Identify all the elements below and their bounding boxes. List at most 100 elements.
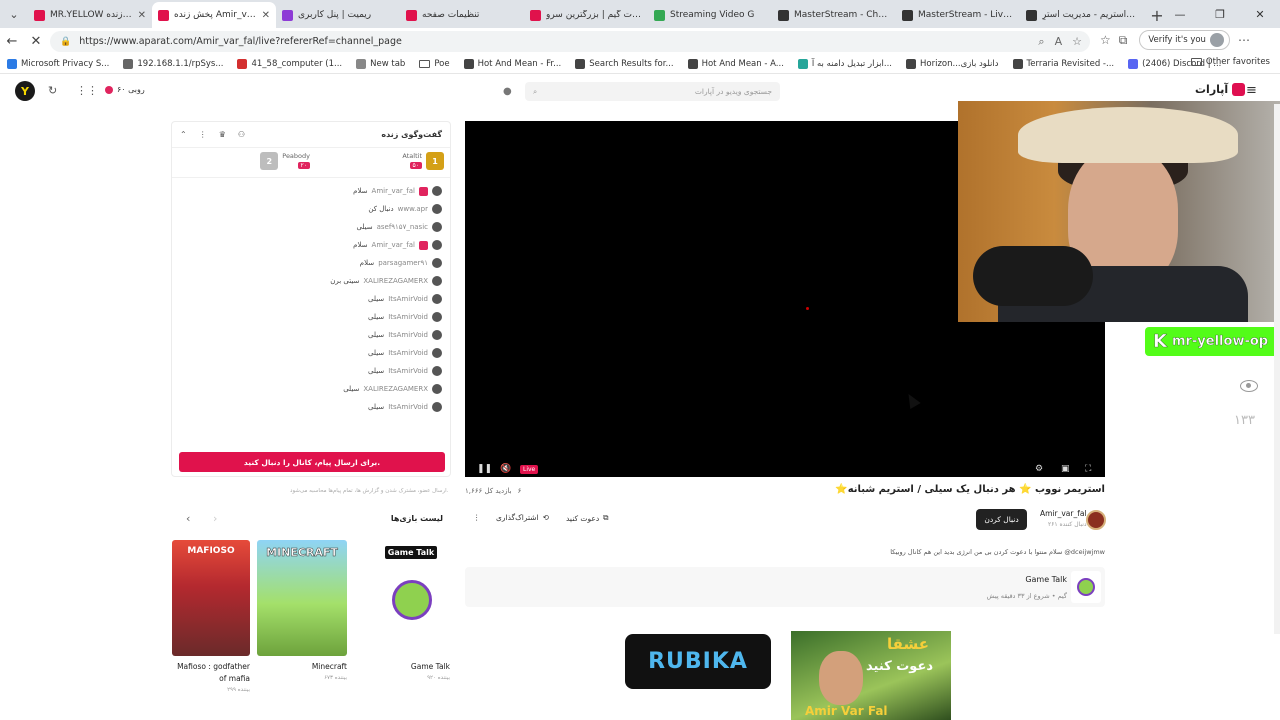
mic-icon[interactable]: ● <box>503 86 512 97</box>
category-name: Game Talk <box>1025 575 1067 584</box>
chat-username[interactable]: parsagamer۹۱ <box>378 259 428 267</box>
bookmark-item[interactable]: 41_58_computer (1... <box>230 58 349 69</box>
tab-favicon <box>406 9 417 21</box>
menu-icon[interactable]: ≡ <box>1246 83 1257 98</box>
trophy-icon[interactable]: ♛ <box>219 130 226 139</box>
share-button[interactable]: اشتراک‌گذاری ⟲ <box>496 513 549 522</box>
game-name: Game Talk <box>410 662 450 671</box>
apps-grid-icon[interactable]: ⋮⋮ <box>76 84 98 97</box>
bookmark-item[interactable]: Hot And Mean - A... <box>681 58 791 69</box>
follow-button[interactable]: دنبال کردن <box>976 509 1027 530</box>
favorite-star-icon[interactable]: ☆ <box>1072 35 1082 48</box>
ruby-balance[interactable]: ۶۰ روبی <box>105 85 145 94</box>
users-icon[interactable]: ⚇ <box>238 130 245 139</box>
donor-2[interactable]: 2 Peabody ۲۰ <box>260 152 310 170</box>
chat-username[interactable]: asef۹۱۵۷_nasic <box>377 223 428 231</box>
game-card-talk[interactable]: Game Talk Game Talk ۹۲۰ بیننده <box>372 540 450 681</box>
back-icon[interactable]: ← <box>0 29 24 53</box>
tab-0[interactable]: MR.YELLOW پخش زنده ✕ <box>28 2 152 28</box>
miniplayer-icon[interactable]: ▣ <box>1061 464 1070 474</box>
game-card-mafioso[interactable]: MAFIOSO Mafioso : godfather of mafia ۲۹۹… <box>172 540 250 693</box>
stop-icon[interactable]: ✕ <box>24 29 48 53</box>
more-actions-icon[interactable]: ⋮ <box>473 513 481 522</box>
bookmark-item[interactable]: Search Results for... <box>568 58 680 69</box>
refresh-icon[interactable]: ↻ <box>48 84 57 97</box>
fullscreen-icon[interactable]: ⛶ <box>1085 464 1091 474</box>
bookmark-label: 41_58_computer (1... <box>251 58 343 69</box>
donor-1[interactable]: Ataltit ۵۰ 1 <box>402 152 444 170</box>
invite-ad[interactable]: عشقا دعوت کنید Amir Var Fal <box>791 631 951 720</box>
bookmark-item[interactable]: 192.168.1.1/rpSys... <box>116 58 230 69</box>
more-icon[interactable]: ⋯ <box>1238 33 1250 47</box>
tab-title: پخش زنده Amir_var_fal <box>174 10 257 20</box>
bookmark-item[interactable]: ابزار تبدیل دامنه به آ... <box>791 58 899 69</box>
tab-favicon <box>902 9 913 21</box>
bookmark-item[interactable]: New tab <box>349 58 412 69</box>
chat-username[interactable]: ItsAmirVoid <box>388 367 428 375</box>
url-field[interactable]: 🔒 https://www.aparat.com/Amir_var_fal/li… <box>50 31 1090 52</box>
user-avatar[interactable]: Y <box>15 81 35 101</box>
close-icon[interactable]: ✕ <box>138 10 146 21</box>
bookmark-icon <box>797 58 808 69</box>
tab-3[interactable]: تنظیمات صفحه <box>400 2 524 28</box>
pause-icon[interactable]: ❚❚ <box>477 464 492 474</box>
tab-6[interactable]: MasterStream - Chat To <box>772 2 896 28</box>
aparat-logo[interactable]: آپارات <box>1195 83 1246 96</box>
bookmark-item[interactable]: Horizon...دانلود بازی <box>899 58 1006 69</box>
category-card[interactable]: Game Talk گیم • شروع از ۳۳ دقیقه پیش <box>465 567 1105 607</box>
bookmark-item[interactable]: Poe <box>412 59 456 69</box>
search-input[interactable]: ⌕ جستجوی ویدیو در آپارات <box>525 82 780 101</box>
chat-username[interactable]: ItsAmirVoid <box>388 331 428 339</box>
chat-username[interactable]: ItsAmirVoid <box>388 313 428 321</box>
restore-icon[interactable]: ❐ <box>1200 0 1240 28</box>
close-icon[interactable]: ✕ <box>262 10 270 21</box>
settings-gear-icon[interactable]: ⚙ <box>1035 464 1043 474</box>
chat-message: سلام Amir_var_fal <box>182 236 442 254</box>
bookmark-item[interactable]: Terraria Revisited -... <box>1006 58 1122 69</box>
chat-username[interactable]: Amir_var_fal <box>372 187 415 195</box>
collections-icon[interactable]: ⧉ <box>1119 33 1128 48</box>
other-favorites[interactable]: Other favorites <box>1190 57 1270 67</box>
close-window-icon[interactable]: ✕ <box>1240 0 1280 28</box>
chat-username[interactable]: XALIREZAGAMERX <box>363 385 428 393</box>
tab-2[interactable]: ریمیت | پنل کاربری <box>276 2 400 28</box>
tab-7[interactable]: MasterStream - Live Vie <box>896 2 1020 28</box>
tab-4[interactable]: آپارات گیم | بزرگترین سرو <box>524 2 648 28</box>
mute-icon[interactable]: 🔇 <box>500 464 511 474</box>
chat-message-text: سیلی <box>368 367 385 375</box>
chat-username[interactable]: www.apr <box>398 205 428 213</box>
zoom-icon[interactable]: ⌕ <box>1038 35 1044 49</box>
tab-menu-icon[interactable]: ⌄ <box>0 0 28 28</box>
chevron-right-icon[interactable]: › <box>213 512 217 525</box>
gamepad-icon <box>1077 578 1095 596</box>
follow-to-chat-button[interactable]: برای ارسال پیام، کانال را دنبال کنید. <box>179 452 445 472</box>
minimize-icon[interactable]: — <box>1160 0 1200 28</box>
chat-username[interactable]: ItsAmirVoid <box>388 295 428 303</box>
rubika-ad[interactable]: RUBIKA <box>625 634 771 689</box>
profile-button[interactable]: Verify it's you <box>1139 30 1230 50</box>
bookmark-label: New tab <box>370 58 406 69</box>
chat-username[interactable]: Amir_var_fal <box>372 241 415 249</box>
favorites-icon[interactable]: ☆ <box>1100 33 1111 47</box>
chat-username[interactable]: ItsAmirVoid <box>388 403 428 411</box>
tab-1[interactable]: پخش زنده Amir_var_fal ✕ <box>152 2 276 28</box>
top-donors: Ataltit ۵۰ 1 2 Peabody ۲۰ <box>172 148 450 178</box>
game-card-minecraft[interactable]: MINECRAFT Minecraft ۶۷۳ بیننده <box>257 540 347 681</box>
bookmark-item[interactable]: Microsoft Privacy S... <box>0 58 116 69</box>
more-icon[interactable]: ⋮ <box>199 130 207 139</box>
channel-avatar[interactable] <box>1086 510 1106 530</box>
tab-5[interactable]: Streaming Video G <box>648 2 772 28</box>
external-link-icon: ⧉ <box>603 513 609 522</box>
bookmark-item[interactable]: Hot And Mean - Fr... <box>457 58 569 69</box>
chat-username[interactable]: XALIREZAGAMERX <box>363 277 428 285</box>
chevron-left-icon[interactable]: ‹ <box>186 512 190 525</box>
collapse-icon[interactable]: ⌃ <box>180 130 187 139</box>
chat-username[interactable]: ItsAmirVoid <box>388 349 428 357</box>
invite-button[interactable]: دعوت کنید ⧉ <box>566 513 609 523</box>
chat-note: ارسال عضو، مشترک شدن و گزارش ها، تمام پی… <box>290 488 449 494</box>
read-aloud-icon[interactable]: A <box>1055 35 1063 48</box>
channel-info[interactable]: Amir_var_fal ۲۶۱ دنبال کننده <box>1040 509 1087 528</box>
tab-8[interactable]: مسترآستریم - مدیریت استرِ <box>1020 2 1144 28</box>
page-scrollbar[interactable] <box>1274 104 1280 634</box>
tab-favicon <box>34 9 45 21</box>
